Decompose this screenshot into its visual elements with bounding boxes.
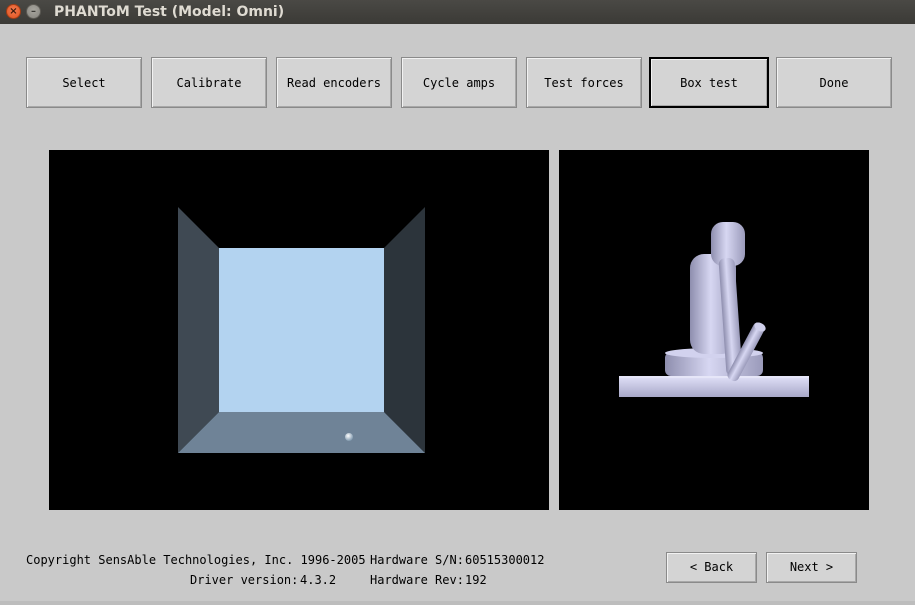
- window-bottom-edge: [0, 601, 915, 605]
- box-right-wall: [384, 207, 425, 453]
- box-floor: [178, 412, 425, 453]
- select-button[interactable]: Select: [26, 57, 142, 108]
- test-forces-button[interactable]: Test forces: [526, 57, 642, 108]
- calibrate-button[interactable]: Calibrate: [151, 57, 267, 108]
- cycle-amps-button[interactable]: Cycle amps: [401, 57, 517, 108]
- close-icon[interactable]: ×: [6, 4, 21, 19]
- hardware-rev-value: 192: [465, 573, 487, 587]
- driver-version-label: Driver version:: [190, 573, 299, 587]
- box-test-button[interactable]: Box test: [649, 57, 769, 108]
- haptic-cursor: [345, 433, 353, 441]
- copyright-text: Copyright SensAble Technologies, Inc. 19…: [26, 553, 366, 567]
- box-test-viewport[interactable]: [49, 150, 549, 510]
- title-bar: × – PHANToM Test (Model: Omni): [0, 0, 915, 24]
- model-base-plate: [619, 378, 809, 397]
- hardware-rev-label: Hardware Rev:: [370, 573, 464, 587]
- box-back-wall: [219, 248, 384, 412]
- box-scene: [178, 207, 425, 453]
- hardware-serial-label: Hardware S/N:: [370, 553, 464, 567]
- next-button[interactable]: Next >: [766, 552, 857, 583]
- device-model-viewport[interactable]: [559, 150, 869, 510]
- box-left-wall: [178, 207, 219, 453]
- read-encoders-button[interactable]: Read encoders: [276, 57, 392, 108]
- driver-version-value: 4.3.2: [300, 573, 337, 587]
- minimize-icon[interactable]: –: [26, 4, 41, 19]
- hardware-serial-value: 60515300012: [465, 553, 545, 567]
- done-button[interactable]: Done: [776, 57, 892, 108]
- back-button[interactable]: < Back: [666, 552, 757, 583]
- phantom-omni-model: [619, 222, 809, 397]
- window-title: PHANToM Test (Model: Omni): [54, 4, 285, 20]
